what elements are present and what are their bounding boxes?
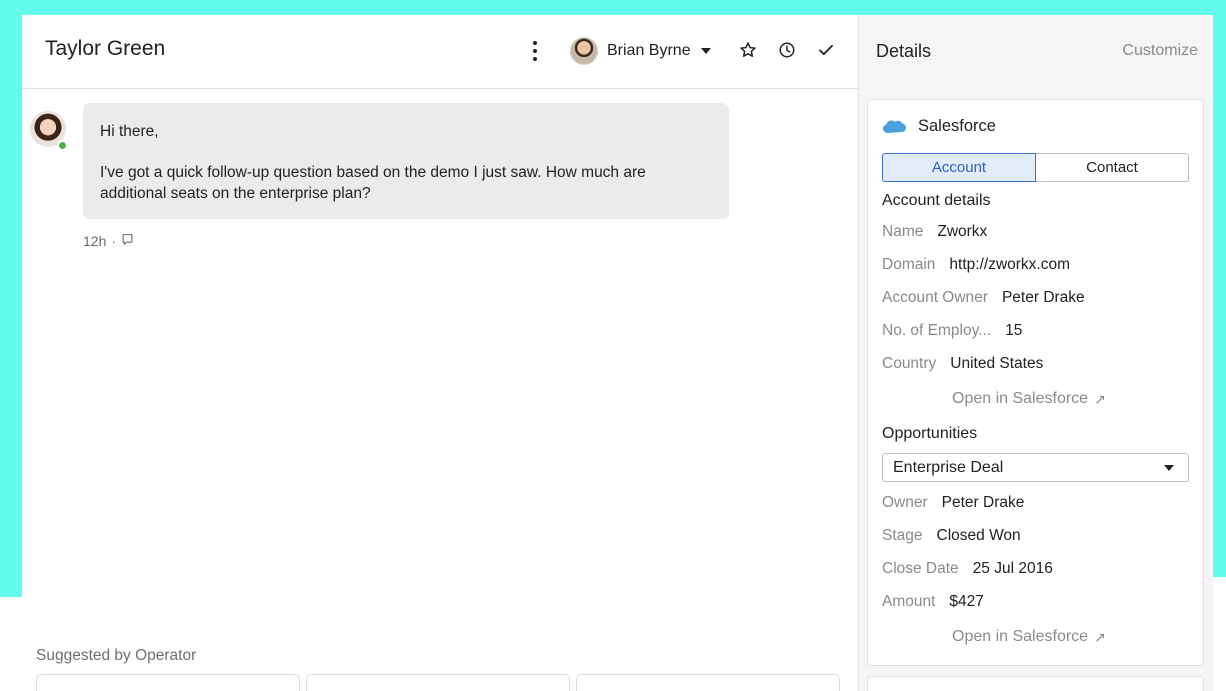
account-field: Name Zworkx — [882, 223, 987, 241]
field-value: $427 — [949, 593, 984, 610]
tab-contact[interactable]: Contact — [1036, 153, 1189, 182]
suggestion-card[interactable] — [576, 674, 840, 691]
message-line: I've got a quick follow-up question base… — [100, 164, 646, 202]
field-label: Name — [882, 223, 924, 240]
field-label: Owner — [882, 494, 928, 511]
opportunity-field: Close Date 25 Jul 2016 — [882, 560, 1053, 578]
external-link-icon: ↗ — [1094, 628, 1106, 645]
link-label: Open in Salesforce — [952, 390, 1089, 407]
details-panel: Details Customize Salesforce Account Con… — [858, 15, 1213, 691]
check-icon[interactable] — [815, 39, 837, 61]
link-label: Open in Salesforce — [952, 628, 1089, 645]
field-value: http://zworkx.com — [949, 256, 1071, 273]
suggested-title: Suggested by Operator — [36, 647, 197, 664]
field-label: Amount — [882, 593, 936, 610]
avatar — [570, 37, 598, 65]
account-contact-toggle: Account Contact — [882, 153, 1189, 182]
selected-opportunity: Enterprise Deal — [893, 458, 1004, 476]
background-white-right — [1212, 577, 1226, 691]
opportunity-field: Amount $427 — [882, 593, 984, 611]
account-field: Country United States — [882, 355, 1043, 373]
assignee-dropdown[interactable]: Brian Byrne — [570, 36, 711, 66]
assignee-name: Brian Byrne — [607, 42, 691, 59]
message-bubble: Hi there, I've got a quick follow-up que… — [83, 103, 729, 219]
account-field: Account Owner Peter Drake — [882, 289, 1085, 307]
field-value: Peter Drake — [1001, 289, 1085, 306]
salesforce-card: Salesforce Account Contact Account detai… — [867, 99, 1204, 666]
field-label: Stage — [882, 527, 923, 544]
field-value: Peter Drake — [941, 494, 1025, 511]
field-label: Country — [882, 355, 937, 372]
suggestion-card[interactable] — [306, 674, 570, 691]
external-link-icon: ↗ — [1094, 390, 1106, 407]
opportunities-heading: Opportunities — [882, 425, 978, 442]
field-value: Zworkx — [937, 223, 988, 240]
open-in-salesforce-link[interactable]: Open in Salesforce ↗ — [952, 628, 1106, 646]
open-in-salesforce-link[interactable]: Open in Salesforce ↗ — [952, 390, 1106, 408]
field-value: Closed Won — [936, 527, 1021, 544]
more-options-icon[interactable] — [528, 39, 542, 63]
conversation-header: Taylor Green Brian Byrne — [22, 15, 858, 89]
account-details-heading: Account details — [882, 192, 991, 209]
tab-account[interactable]: Account — [882, 153, 1036, 182]
field-value: 25 Jul 2016 — [972, 560, 1053, 577]
online-status-dot — [57, 140, 68, 151]
customize-link[interactable]: Customize — [1122, 42, 1198, 60]
next-card — [867, 676, 1204, 691]
opportunity-select[interactable]: Enterprise Deal — [882, 453, 1189, 482]
chevron-down-icon — [1164, 465, 1174, 471]
field-label: Domain — [882, 256, 936, 273]
account-field: No. of Employ... 15 — [882, 322, 1022, 340]
integration-header: Salesforce — [882, 117, 996, 136]
field-label: Account Owner — [882, 289, 988, 306]
message-line: Hi there, — [100, 123, 159, 140]
field-value: 15 — [1005, 322, 1023, 339]
opportunity-field: Stage Closed Won — [882, 527, 1021, 545]
field-value: United States — [950, 355, 1044, 372]
suggestion-card[interactable] — [36, 674, 300, 691]
conversation-panel: Taylor Green Brian Byrne Hi there, I've … — [22, 15, 858, 691]
clock-icon[interactable] — [776, 39, 798, 61]
account-field: Domain http://zworkx.com — [882, 256, 1070, 274]
salesforce-icon — [883, 120, 906, 133]
integration-name: Salesforce — [918, 117, 996, 135]
opportunity-field: Owner Peter Drake — [882, 494, 1024, 512]
conversation-title: Taylor Green — [45, 37, 166, 60]
field-label: Close Date — [882, 560, 959, 577]
meta-separator: · — [111, 233, 117, 249]
message-meta: 12h · — [83, 233, 134, 249]
seen-icon — [121, 233, 134, 249]
chevron-down-icon — [700, 48, 711, 54]
star-icon[interactable] — [737, 39, 759, 61]
field-label: No. of Employ... — [882, 322, 992, 339]
message-time: 12h — [83, 233, 107, 249]
details-title: Details — [876, 41, 932, 61]
